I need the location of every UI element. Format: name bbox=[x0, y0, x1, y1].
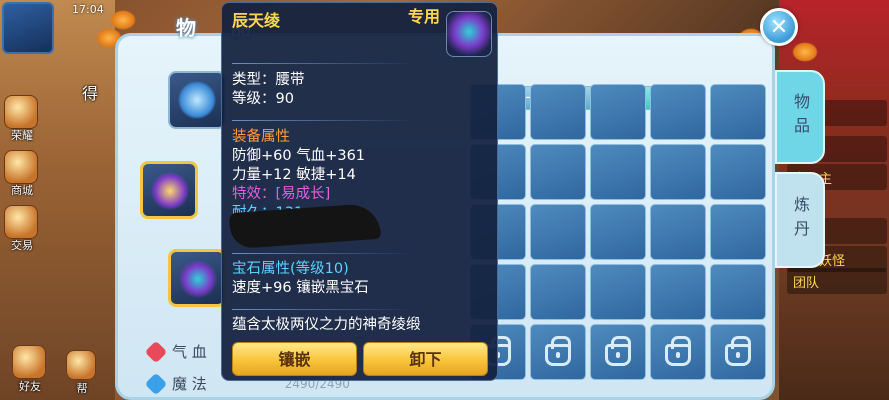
belt-icon bbox=[446, 11, 492, 57]
inventory-grid bbox=[470, 84, 766, 380]
item-tooltip: 辰天绫 专用 类型：腰带 等级：90 装备属性 防御+60 气血+361 力量+… bbox=[221, 2, 498, 381]
inventory-slot[interactable] bbox=[710, 84, 766, 140]
trade-icon[interactable] bbox=[4, 205, 38, 239]
inventory-slot[interactable] bbox=[590, 264, 646, 320]
inventory-slot[interactable] bbox=[530, 204, 586, 260]
lock-icon bbox=[665, 336, 691, 366]
leaf-decoration bbox=[792, 42, 818, 62]
effect-line: 特效：[易成长] bbox=[232, 185, 330, 204]
hp-label: 气 血 bbox=[172, 343, 207, 361]
guild-label: 帮 bbox=[76, 382, 88, 395]
locked-slot[interactable] bbox=[650, 324, 706, 380]
item-name: 辰天绫 bbox=[232, 11, 281, 30]
exclusive-tag: 专用 bbox=[408, 7, 441, 26]
belt-icon bbox=[179, 260, 217, 298]
inventory-slot[interactable] bbox=[590, 204, 646, 260]
tab-alchemy[interactable]: 炼丹 bbox=[775, 172, 825, 268]
gem-title: 宝石属性(等级10) bbox=[232, 261, 349, 277]
divider bbox=[232, 63, 412, 64]
locked-slot[interactable] bbox=[710, 324, 766, 380]
equip-slot-weapon[interactable] bbox=[168, 71, 226, 129]
inventory-slot[interactable] bbox=[590, 84, 646, 140]
gem-line: 速度+96 镶嵌黑宝石 bbox=[232, 280, 369, 296]
item-description: 蕴含太极两仪之力的神奇绫缎 bbox=[232, 317, 421, 333]
close-button[interactable]: ✕ bbox=[760, 8, 798, 46]
divider bbox=[232, 120, 412, 121]
equip-slot-belt[interactable] bbox=[168, 249, 226, 307]
close-icon: ✕ bbox=[769, 14, 789, 40]
inventory-slot[interactable] bbox=[710, 144, 766, 200]
lock-icon bbox=[545, 336, 571, 366]
honor-icon[interactable] bbox=[4, 95, 38, 129]
partial-label: 得 bbox=[81, 84, 98, 103]
shop-icon[interactable] bbox=[4, 150, 38, 184]
inlay-button[interactable]: 镶嵌 bbox=[232, 342, 357, 376]
friends-icon[interactable] bbox=[12, 345, 46, 379]
heart-icon bbox=[144, 340, 168, 363]
effect-label: 特效： bbox=[232, 186, 276, 202]
inventory-slot[interactable] bbox=[650, 144, 706, 200]
hp-row: 气 血 bbox=[144, 340, 207, 363]
honor-label: 荣耀 bbox=[11, 129, 33, 142]
locked-slot[interactable] bbox=[530, 324, 586, 380]
clock: 17:04 bbox=[72, 3, 104, 16]
leaf-decoration bbox=[110, 10, 136, 30]
locked-slot[interactable] bbox=[590, 324, 646, 380]
inventory-slot[interactable] bbox=[590, 144, 646, 200]
inventory-slot[interactable] bbox=[710, 264, 766, 320]
mana-icon bbox=[144, 372, 168, 395]
equip-slot-armor[interactable] bbox=[140, 161, 198, 219]
inventory-slot[interactable] bbox=[530, 144, 586, 200]
shop-label: 商城 bbox=[11, 184, 33, 197]
quest-entry[interactable]: 团队 bbox=[787, 268, 887, 294]
item-level: 等级：90 bbox=[232, 91, 294, 107]
inventory-slot[interactable] bbox=[530, 84, 586, 140]
inventory-slot[interactable] bbox=[710, 204, 766, 260]
lock-icon bbox=[605, 336, 631, 366]
tab-items[interactable]: 物品 bbox=[775, 70, 825, 164]
inventory-slot[interactable] bbox=[650, 264, 706, 320]
friends-label: 好友 bbox=[19, 380, 41, 393]
lock-icon bbox=[725, 336, 751, 366]
attr-line-1: 防御+60 气血+361 bbox=[232, 148, 366, 164]
equip-attr-title: 装备属性 bbox=[232, 129, 290, 145]
divider bbox=[232, 309, 412, 310]
unequip-button[interactable]: 卸下 bbox=[363, 342, 488, 376]
mp-label: 魔 法 bbox=[172, 375, 207, 393]
attr-line-2: 力量+12 敏捷+14 bbox=[232, 167, 356, 183]
game-world-left bbox=[0, 0, 115, 400]
voice-icon[interactable] bbox=[66, 350, 96, 380]
weapon-icon bbox=[178, 81, 216, 119]
inventory-slot[interactable] bbox=[530, 264, 586, 320]
trade-label: 交易 bbox=[11, 239, 33, 252]
inventory-slot[interactable] bbox=[650, 84, 706, 140]
armor-icon bbox=[151, 172, 189, 210]
effect-value: [易成长] bbox=[275, 186, 331, 202]
item-type: 类型：腰带 bbox=[232, 72, 305, 88]
divider bbox=[232, 253, 412, 254]
player-avatar[interactable] bbox=[2, 2, 54, 54]
inventory-slot[interactable] bbox=[650, 204, 706, 260]
